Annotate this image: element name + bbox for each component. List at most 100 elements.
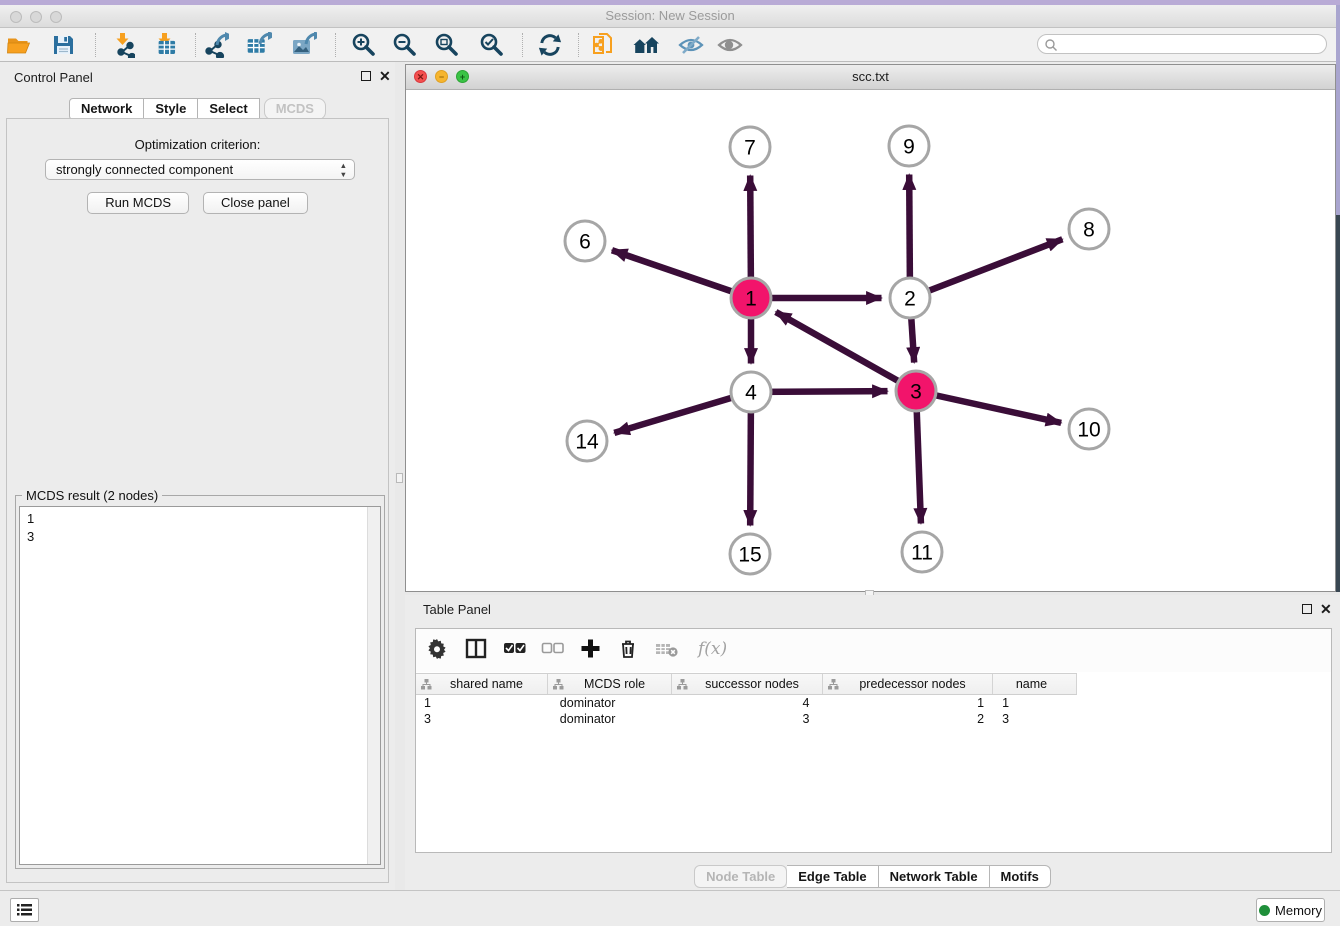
minimize-window-button[interactable]: [30, 11, 42, 23]
table-tabs: Node TableEdge TableNetwork TableMotifs: [405, 865, 1340, 888]
optimization-dropdown[interactable]: strongly connected component ▲▼: [45, 159, 355, 180]
network-canvas[interactable]: 7968124314101511: [406, 90, 1335, 591]
result-scrollbar[interactable]: [367, 507, 380, 864]
close-panel-icon[interactable]: ✕: [379, 68, 391, 85]
split-column-icon[interactable]: [465, 637, 488, 665]
node-label-9: 9: [903, 136, 915, 159]
table-cell: 1: [822, 696, 992, 712]
zoom-in-icon[interactable]: [350, 32, 378, 60]
column-header-MCDS-role[interactable]: MCDS role: [548, 674, 672, 694]
toolbar-separator: [335, 33, 336, 57]
save-session-icon[interactable]: [50, 32, 78, 60]
home-layout-icon[interactable]: [633, 32, 661, 60]
mcds-result-title: MCDS result (2 nodes): [22, 488, 162, 503]
table-cell: 3: [672, 712, 823, 728]
node-label-2: 2: [904, 288, 916, 311]
import-table-icon[interactable]: [151, 32, 179, 60]
network-maximize-button[interactable]: +: [456, 70, 469, 83]
node-table-container: f(x) shared nameMCDS rolesuccessor nodes…: [415, 628, 1332, 853]
import-network-icon[interactable]: [109, 32, 137, 60]
column-header-shared-name[interactable]: shared name: [416, 674, 548, 694]
desktop-edge-right-bottom: [1336, 215, 1340, 592]
search-input[interactable]: [1037, 34, 1327, 54]
show-panel-icon[interactable]: [717, 32, 745, 60]
close-window-button[interactable]: [10, 11, 22, 23]
toolbar-separator: [95, 33, 96, 57]
window-titlebar[interactable]: Session: New Session: [0, 5, 1340, 28]
main-toolbar: [0, 28, 1340, 62]
table-tab-node-table[interactable]: Node Table: [694, 865, 787, 888]
open-session-icon[interactable]: [6, 32, 34, 60]
zoom-fit-icon[interactable]: [433, 32, 461, 60]
memory-status-icon: [1259, 905, 1270, 916]
node-label-10: 10: [1077, 419, 1100, 442]
column-header-predecessor-nodes[interactable]: predecessor nodes: [823, 674, 993, 694]
function-builder-icon[interactable]: f(x): [696, 637, 732, 665]
export-network-icon[interactable]: [203, 32, 231, 60]
float-panel-icon[interactable]: [361, 71, 371, 81]
table-cell: 3: [416, 712, 548, 728]
export-image-icon[interactable]: [291, 32, 319, 60]
node-label-3: 3: [910, 381, 922, 404]
column-header-successor-nodes[interactable]: successor nodes: [672, 674, 823, 694]
edge-2-8[interactable]: [910, 239, 1062, 298]
task-history-button[interactable]: [10, 898, 39, 922]
node-label-8: 8: [1083, 219, 1095, 242]
network-close-button[interactable]: ✕: [414, 70, 427, 83]
delete-column-icon[interactable]: [617, 637, 640, 665]
run-mcds-button[interactable]: Run MCDS: [87, 192, 189, 214]
refresh-layout-icon[interactable]: [537, 32, 565, 60]
control-panel-title: Control Panel: [14, 70, 93, 85]
table-cell: 3: [992, 712, 1076, 728]
node-label-4: 4: [745, 382, 757, 405]
mcds-result-text: 1 3: [27, 510, 34, 546]
control-tab-network[interactable]: Network: [69, 98, 144, 120]
deselect-all-icon[interactable]: [541, 637, 564, 665]
table-tab-network-table[interactable]: Network Table: [879, 865, 990, 888]
zoom-window-button[interactable]: [50, 11, 62, 23]
control-tab-style[interactable]: Style: [144, 98, 198, 120]
table-close-icon[interactable]: ✕: [1320, 601, 1332, 618]
node-label-11: 11: [911, 542, 933, 565]
table-row[interactable]: 1dominator411: [416, 696, 1076, 712]
table-toolbar: f(x): [416, 629, 1331, 672]
table-cell: 1: [416, 696, 548, 712]
network-window-titlebar[interactable]: ✕ − + scc.txt: [406, 65, 1335, 90]
zoom-out-icon[interactable]: [391, 32, 419, 60]
svg-text:f(x): f(x): [696, 639, 727, 659]
select-all-icon[interactable]: [503, 637, 526, 665]
network-view-window: ✕ − + scc.txt 7968124314101511: [405, 64, 1336, 592]
hide-panel-icon[interactable]: [678, 32, 706, 60]
column-header-name[interactable]: name: [993, 674, 1077, 694]
edge-1-6[interactable]: [612, 250, 751, 298]
zoom-selected-icon[interactable]: [478, 32, 506, 60]
table-float-icon[interactable]: [1302, 604, 1312, 614]
table-cell: 1: [992, 696, 1076, 712]
table-body: 1dominator4113dominator323: [416, 696, 1076, 728]
table-row[interactable]: 3dominator323: [416, 712, 1076, 728]
vertical-splitter[interactable]: [395, 62, 405, 890]
control-panel: Control Panel ✕ NetworkStyleSelectMCDS O…: [0, 62, 395, 890]
mcds-result-textarea[interactable]: 1 3: [19, 506, 381, 865]
control-panel-tabs: NetworkStyleSelectMCDS: [0, 98, 395, 120]
table-cell: dominator: [548, 712, 672, 728]
delete-table-icon[interactable]: [655, 637, 681, 665]
toolbar-separator: [578, 33, 579, 57]
table-tab-edge-table[interactable]: Edge Table: [787, 865, 878, 888]
application-window: Session: New Session Control Panel ✕ Net…: [0, 0, 1340, 926]
add-column-icon[interactable]: [579, 637, 602, 665]
export-table-icon[interactable]: [246, 32, 274, 60]
memory-button[interactable]: Memory: [1256, 898, 1325, 922]
status-bar: Memory: [0, 890, 1340, 926]
control-tab-select[interactable]: Select: [198, 98, 259, 120]
edge-3-10[interactable]: [916, 391, 1061, 423]
table-settings-icon[interactable]: [427, 637, 450, 665]
close-panel-button[interactable]: Close panel: [203, 192, 308, 214]
table-tab-motifs[interactable]: Motifs: [990, 865, 1051, 888]
open-doc-share-icon[interactable]: [591, 32, 619, 60]
control-tab-mcds[interactable]: MCDS: [264, 98, 326, 120]
edge-3-1[interactable]: [776, 312, 916, 391]
control-panel-header: Control Panel ✕: [0, 62, 395, 92]
network-minimize-button[interactable]: −: [435, 70, 448, 83]
table-cell: 2: [822, 712, 992, 728]
